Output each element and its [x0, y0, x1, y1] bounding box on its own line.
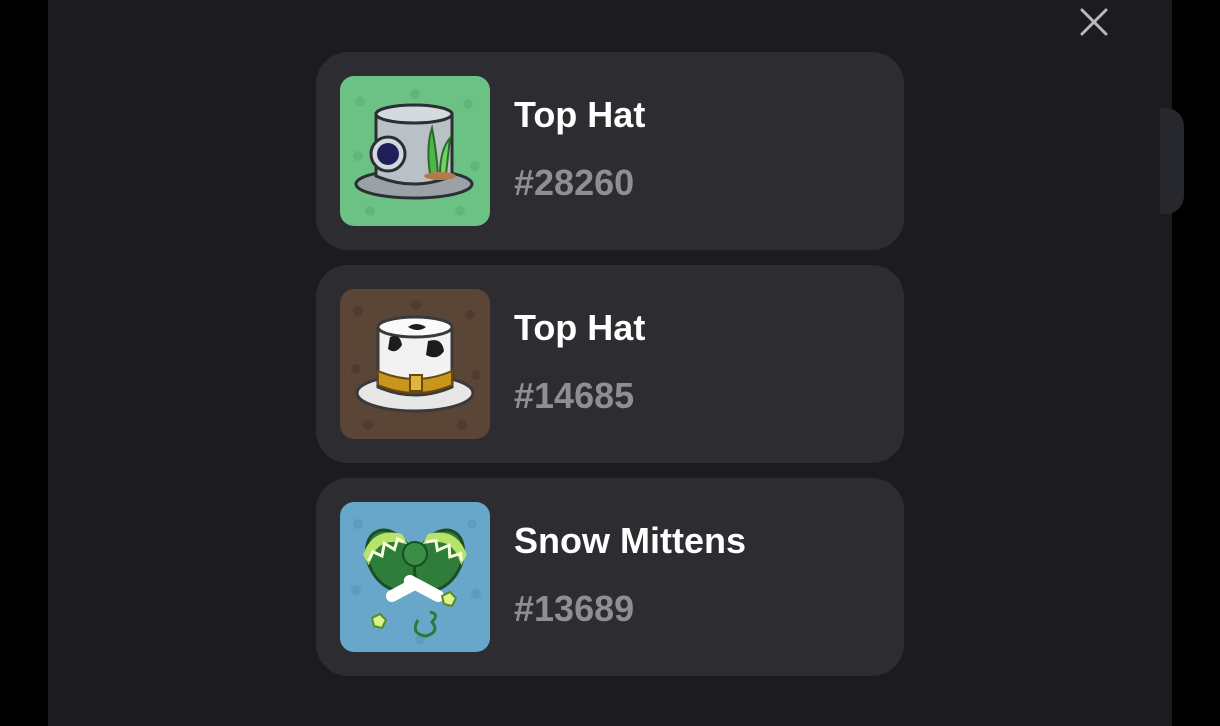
background-panel-edge — [1160, 108, 1184, 214]
item-name: Top Hat — [514, 94, 646, 135]
item-thumbnail — [340, 502, 490, 652]
item-thumbnail — [340, 76, 490, 226]
item-name: Top Hat — [514, 307, 646, 348]
item-card-2[interactable]: Top Hat #14685 — [316, 265, 904, 463]
steel-top-hat-icon — [340, 76, 490, 226]
item-number: #13689 — [514, 588, 635, 629]
item-card-3[interactable]: Snow Mittens #13689 — [316, 478, 904, 676]
item-thumbnail — [340, 289, 490, 439]
close-icon — [1080, 8, 1108, 36]
item-number: #14685 — [514, 375, 635, 416]
cow-print-top-hat-icon — [340, 289, 490, 439]
item-name: Snow Mittens — [514, 520, 746, 561]
item-card-1[interactable]: Top Hat #28260 — [316, 52, 904, 250]
item-number: #28260 — [514, 162, 635, 203]
snow-mittens-icon — [340, 502, 490, 652]
close-button[interactable] — [1078, 6, 1110, 38]
